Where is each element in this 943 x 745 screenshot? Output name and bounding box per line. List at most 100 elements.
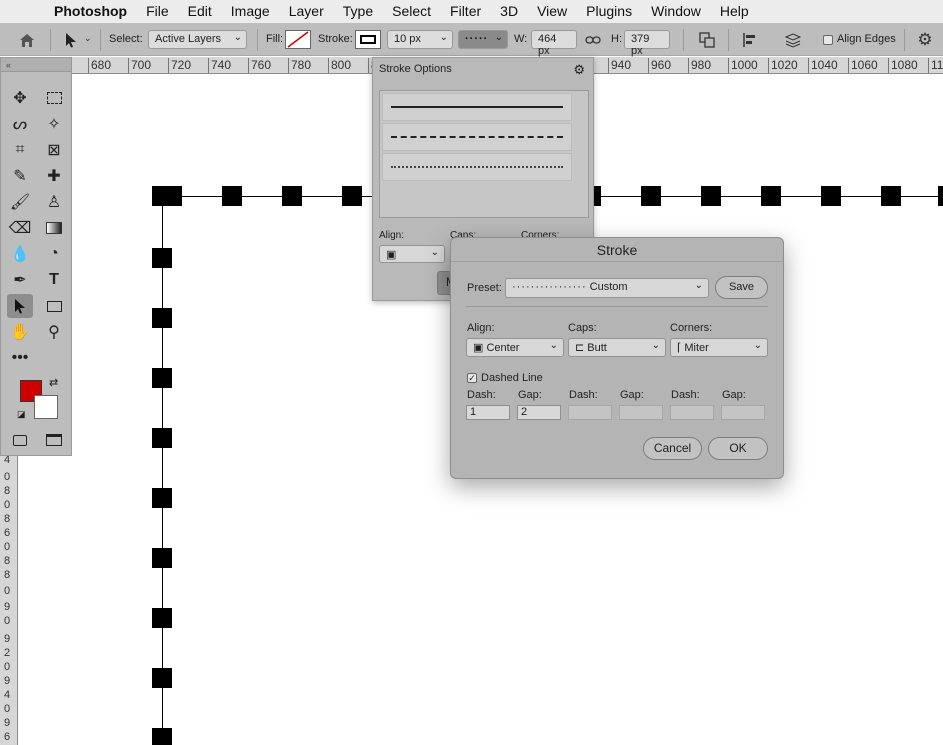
zoom-tool-icon[interactable]: ⚲ <box>41 320 67 344</box>
preset-dotted-line[interactable] <box>382 153 572 181</box>
preset-dropdown[interactable]: ················ Custom ⌄ <box>505 278 709 298</box>
fill-label: Fill: <box>266 33 284 45</box>
stroke-label: Stroke: <box>318 33 353 45</box>
hand-tool-icon[interactable]: ✋ <box>7 320 33 344</box>
options-bar: ⌄ Select: Active Layers ⌄ Fill: Stroke: … <box>0 23 943 57</box>
stroke-dash <box>938 186 943 206</box>
ruler-tick: 1020 <box>768 58 798 73</box>
preset-solid-line[interactable] <box>382 93 572 121</box>
dash-1-input[interactable]: 1 <box>466 405 510 420</box>
path-selection-tool-icon[interactable] <box>60 29 82 51</box>
swap-colors-icon[interactable]: ⇄ <box>49 376 58 389</box>
panel-collapse-icon[interactable]: « <box>1 58 71 72</box>
quick-mask-icon[interactable] <box>7 428 33 452</box>
link-icon[interactable] <box>582 29 604 51</box>
stroke-dash <box>222 186 242 206</box>
dotted-line-icon: ····· <box>465 33 489 45</box>
dodge-tool-icon[interactable]: ◔ <box>41 242 67 266</box>
align-dropdown[interactable]: ▣ Center ⌄ <box>466 338 564 357</box>
menu-bar: Photoshop File Edit Image Layer Type Sel… <box>0 0 943 23</box>
menu-image[interactable]: Image <box>231 0 270 23</box>
path-left-edge <box>162 196 163 745</box>
dialog-title: Stroke <box>451 238 783 262</box>
ruler-tick: 9 <box>3 675 11 687</box>
dash-3-input[interactable] <box>670 405 714 420</box>
menu-filter[interactable]: Filter <box>450 0 481 23</box>
type-tool-icon[interactable]: T <box>41 268 67 292</box>
rectangle-tool-icon[interactable] <box>41 294 67 318</box>
blur-tool-icon[interactable]: 💧 <box>7 242 33 266</box>
healing-brush-tool-icon[interactable]: ✚ <box>41 164 67 188</box>
menu-3d[interactable]: 3D <box>500 0 518 23</box>
background-color-swatch[interactable] <box>34 395 58 419</box>
gradient-tool-icon[interactable] <box>41 216 67 240</box>
width-field[interactable]: 464 px <box>531 30 577 57</box>
select-layers-dropdown[interactable]: Active Layers ⌄ <box>148 30 247 49</box>
gap-2-input[interactable] <box>619 405 663 420</box>
preset-dashed-line[interactable] <box>382 123 572 151</box>
height-field[interactable]: 379 px <box>624 30 670 57</box>
ruler-tick: 0 <box>3 541 11 553</box>
marquee-tool-icon[interactable] <box>41 86 67 110</box>
align-edges-checkbox[interactable] <box>823 35 833 45</box>
menu-app-name[interactable]: Photoshop <box>54 0 127 23</box>
stroke-dash <box>152 368 172 388</box>
frame-tool-icon[interactable]: ⊠ <box>41 138 67 162</box>
path-operations-icon[interactable] <box>696 29 718 51</box>
caps-dropdown[interactable]: ⊏ Butt ⌄ <box>568 338 666 357</box>
align-dropdown[interactable]: ▣ ⌄ <box>379 245 445 263</box>
screen-mode-icon[interactable] <box>41 428 67 452</box>
ruler-tick: 960 <box>648 58 671 73</box>
ruler-tick: 0 <box>3 585 11 597</box>
menu-edit[interactable]: Edit <box>188 0 212 23</box>
stroke-width-field[interactable]: 10 px ⌄ <box>387 30 453 49</box>
save-button[interactable]: Save <box>715 276 768 299</box>
width-label: W: <box>514 33 528 45</box>
home-icon[interactable] <box>16 29 38 51</box>
corners-value: Miter <box>684 342 709 354</box>
dashed-line-checkbox[interactable]: ✓ <box>467 373 477 383</box>
pen-tool-icon[interactable]: ✒ <box>7 268 33 292</box>
path-selection-tool-icon[interactable] <box>7 294 33 318</box>
ruler-tick: 780 <box>288 58 311 73</box>
move-tool-icon[interactable]: ✥ <box>7 86 33 110</box>
gear-icon[interactable]: ⚙ <box>914 29 936 51</box>
menu-plugins[interactable]: Plugins <box>586 0 632 23</box>
stroke-dialog: Stroke Preset: ················ Custom ⌄… <box>450 237 784 479</box>
default-colors-icon[interactable]: ◪ <box>17 409 26 420</box>
stamp-tool-icon[interactable]: ♙ <box>41 190 67 214</box>
menu-help[interactable]: Help <box>720 0 749 23</box>
menu-file[interactable]: File <box>146 0 169 23</box>
eraser-tool-icon[interactable]: ⌫ <box>7 216 33 240</box>
menu-select[interactable]: Select <box>392 0 431 23</box>
gap-1-input[interactable]: 2 <box>517 405 561 420</box>
stroke-dash <box>152 428 172 448</box>
more-tools-icon[interactable]: ••• <box>7 346 33 370</box>
menu-window[interactable]: Window <box>651 0 701 23</box>
chevron-down-icon: ⌄ <box>494 32 503 43</box>
corners-dropdown[interactable]: ⌈ Miter ⌄ <box>670 338 768 357</box>
dash-2-input[interactable] <box>568 405 612 420</box>
menu-layer[interactable]: Layer <box>289 0 324 23</box>
brush-tool-icon[interactable]: 🖌 <box>7 190 33 214</box>
eyedropper-tool-icon[interactable]: ✎ <box>7 164 33 188</box>
lasso-tool-icon[interactable]: ᔕ <box>7 112 33 136</box>
menu-type[interactable]: Type <box>343 0 373 23</box>
crop-tool-icon[interactable]: ⌗ <box>7 138 33 162</box>
fill-swatch[interactable] <box>285 30 311 49</box>
chevron-down-icon: ⌄ <box>430 247 439 258</box>
ruler-tick: 4 <box>3 454 11 466</box>
gear-icon[interactable]: ⚙ <box>573 62 585 78</box>
menu-view[interactable]: View <box>537 0 567 23</box>
path-alignment-icon[interactable] <box>739 29 761 51</box>
stroke-swatch[interactable] <box>355 30 381 49</box>
cancel-button[interactable]: Cancel <box>643 437 702 460</box>
path-arrangement-icon[interactable] <box>782 29 804 51</box>
magic-wand-tool-icon[interactable]: ✧ <box>41 112 67 136</box>
stroke-type-dropdown[interactable]: ····· ⌄ <box>458 30 508 49</box>
ok-button[interactable]: OK <box>708 437 768 460</box>
height-value: 379 px <box>631 33 650 57</box>
chevron-down-icon[interactable]: ⌄ <box>84 33 92 44</box>
stroke-options-title: Stroke Options <box>379 63 452 75</box>
gap-3-input[interactable] <box>721 405 765 420</box>
